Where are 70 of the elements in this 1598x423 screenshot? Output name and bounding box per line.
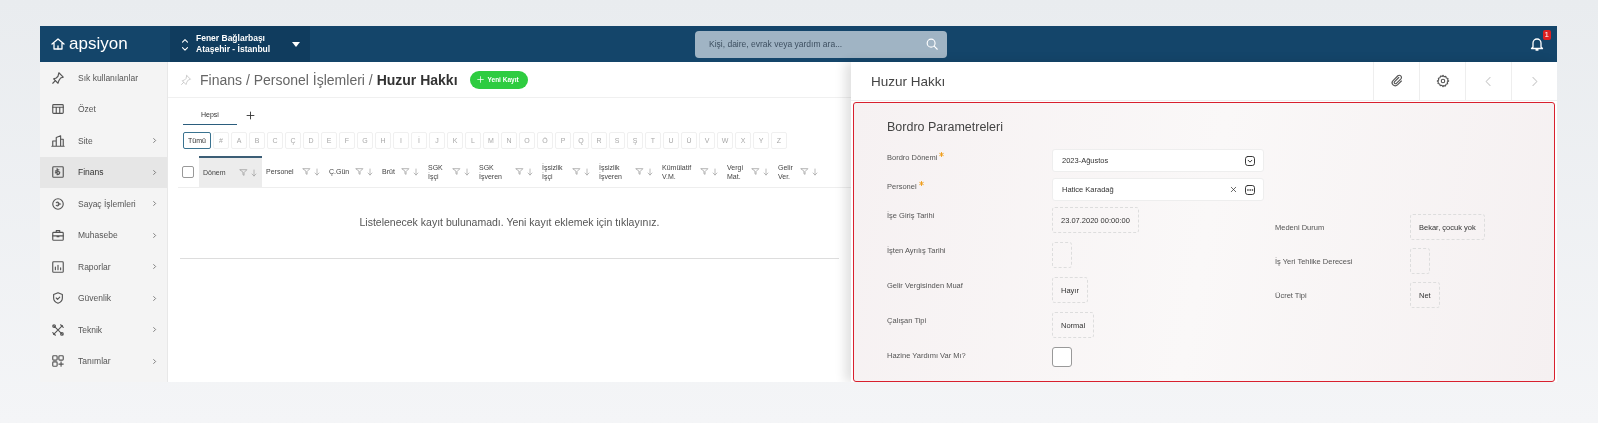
chevron-down-icon (180, 44, 190, 52)
bell-icon (1529, 36, 1545, 52)
sort-arrow-icon (313, 167, 321, 176)
readonly-field (1410, 248, 1430, 274)
sort-arrow-icon (711, 167, 719, 176)
notification-badge: 1 (1542, 30, 1551, 40)
readonly-field (1052, 242, 1072, 268)
tools-icon (51, 322, 65, 337)
sidebar-item[interactable]: Finans (40, 156, 167, 188)
section-title: Bordro Parametreleri (887, 120, 1003, 134)
sidebar-item[interactable]: Tanımlar (40, 345, 167, 377)
plus-icon (475, 75, 485, 84)
plus-icon (244, 109, 256, 121)
site-location: Ataşehir - İstanbul (196, 44, 272, 55)
sort-arrow-icon (646, 167, 654, 176)
sidebar-item[interactable]: Raporlar (40, 251, 167, 283)
search-icon (925, 36, 939, 51)
search-field[interactable]: Kişi, daire, evrak veya yardım ara... (695, 30, 947, 58)
sort-arrow-icon (250, 168, 258, 177)
empty-message[interactable]: Listelenecek kayıt bulunamadı. Yeni kayıt eklemek için tıklayınız. (180, 188, 839, 259)
gear-icon (1435, 74, 1450, 88)
filter-icon (355, 167, 364, 176)
filter-icon (401, 167, 410, 176)
add-tab-button[interactable] (244, 109, 256, 121)
site-name: Fener Bağlarbaşı (196, 33, 266, 44)
filter-icon (572, 167, 581, 176)
filter-icon (635, 167, 644, 176)
sidebar-item[interactable]: Sayaç İşlemleri (40, 188, 167, 220)
filter-icon (452, 167, 461, 176)
caret-icon (292, 41, 300, 47)
sort-arrow-icon (463, 167, 471, 176)
settings-button[interactable] (1419, 62, 1465, 100)
logo-text: apsiyon (69, 34, 128, 54)
attach-button[interactable] (1373, 62, 1419, 100)
sort-arrow-icon (811, 167, 819, 176)
sort-arrow-icon (412, 167, 420, 176)
site-selector[interactable]: Fener Bağlarbaşı Ataşehir - İstanbul (170, 26, 310, 62)
select-all-checkbox[interactable] (182, 165, 194, 178)
pin-icon (51, 70, 65, 85)
paperclip-icon (1389, 74, 1404, 88)
filter-icon (515, 167, 524, 176)
drawer-title: Huzur Hakkı (871, 73, 946, 89)
chart-icon (51, 259, 65, 274)
dropdown-icon (1244, 154, 1256, 167)
sidebar-item[interactable]: Özet (40, 93, 167, 125)
more-icon (1244, 183, 1256, 196)
sort-arrow-icon (366, 167, 374, 176)
filter-icon (800, 167, 809, 176)
checkbox[interactable] (1052, 347, 1072, 367)
sidebar-item[interactable]: Site (40, 125, 167, 157)
sort-arrow-icon (583, 167, 591, 176)
clear-icon (1229, 185, 1238, 194)
house-icon (50, 36, 66, 52)
sort-arrow-icon (762, 167, 770, 176)
table-icon (51, 102, 65, 117)
sort-arrow-icon (526, 167, 534, 176)
pin-icon (180, 73, 192, 86)
shield-icon (51, 291, 65, 306)
filter-icon (302, 167, 311, 176)
breadcrumb: Finans / Personel İşlemleri / Huzur Hakkı (200, 71, 458, 88)
filter-icon (700, 167, 709, 176)
filter-icon (239, 168, 248, 177)
chevron-up-icon (180, 36, 190, 44)
sidebar-item[interactable]: Muhasebe (40, 219, 167, 251)
sidebar-item[interactable]: Teknik (40, 314, 167, 346)
filter-icon (751, 167, 760, 176)
sidebar-item[interactable]: Güvenlik (40, 282, 167, 314)
briefcase-icon (51, 228, 65, 243)
sidebar-item[interactable]: Sık kullanılanlar (40, 62, 167, 94)
grid-plus-icon (51, 354, 65, 369)
